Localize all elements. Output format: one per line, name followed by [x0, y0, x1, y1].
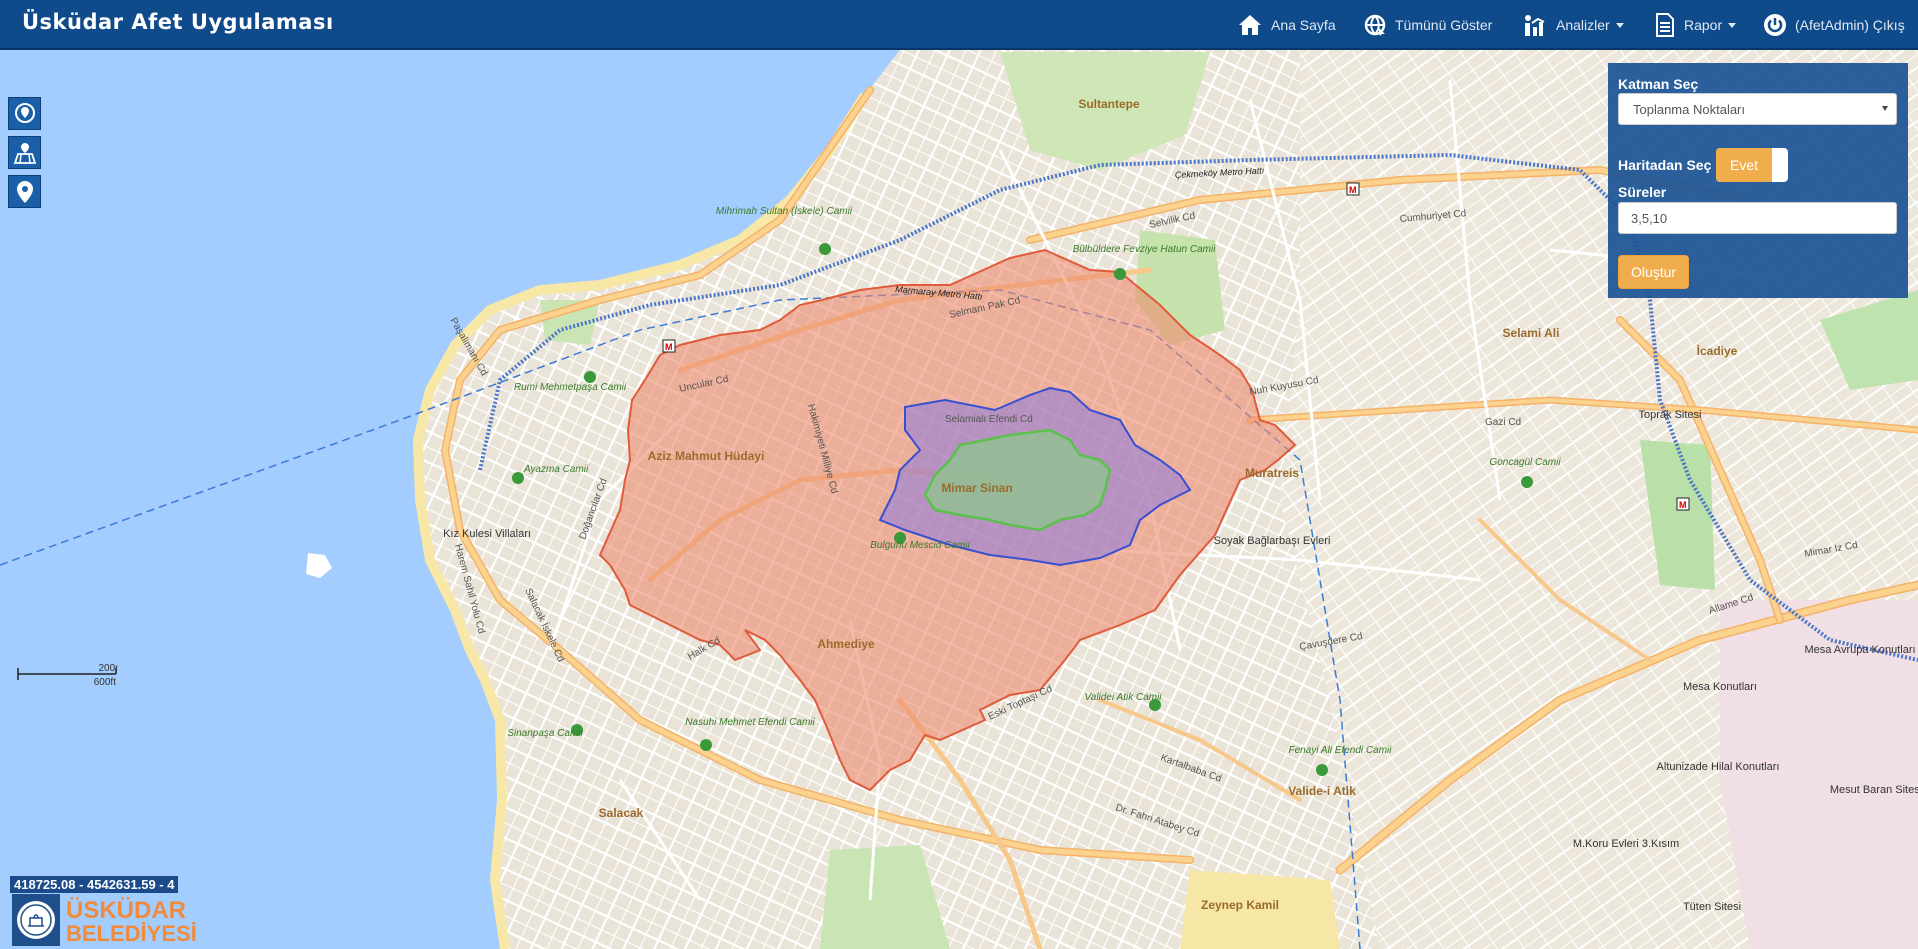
svg-text:M: M: [665, 342, 673, 352]
durations-label: Süreler: [1618, 184, 1667, 200]
label-selamiali-efendi-cd: Selamialı Efendi Cd: [945, 414, 1033, 425]
create-button[interactable]: Oluştur: [1618, 255, 1689, 289]
nav-home-label: Ana Sayfa: [1271, 17, 1336, 33]
map-marker-icon: [16, 180, 33, 203]
location-pin-tool-button[interactable]: [8, 97, 41, 130]
label-rumi-mehmetpasa-camii: Rumi Mehmetpaşa Camii: [514, 382, 627, 393]
svg-text:M: M: [1349, 185, 1357, 195]
label-salacak: Salacak: [599, 806, 644, 820]
app-title[interactable]: Üsküdar Afet Uygulaması: [22, 10, 334, 34]
layer-select-label: Katman Seç: [1618, 76, 1699, 92]
label-mihrimah-camii: Mihrimah Sultan (İskele) Camii: [716, 205, 853, 217]
label-nasuhi-mehmet-camii: Nasuhi Mehmet Efendi Camii: [685, 717, 815, 728]
map-route-icon: [13, 142, 36, 164]
label-toprak-sitesi: Toprak Sitesi: [1639, 409, 1702, 421]
logo-line1: ÜSKÜDAR: [66, 897, 186, 924]
chevron-down-icon: [1728, 22, 1737, 28]
label-sultantepe: Sultantepe: [1078, 97, 1140, 111]
label-gazi-cd: Gazi Cd: [1485, 417, 1521, 428]
power-icon: [1764, 14, 1786, 36]
label-kiz-kulesi-villalari: Kız Kulesi Villaları: [443, 528, 531, 540]
label-mimar-sinan: Mimar Sinan: [941, 481, 1012, 495]
label-zeynep-kamil: Zeynep Kamil: [1201, 898, 1279, 912]
label-mesa-avrupa: Mesa Avrupa Konutları: [1804, 644, 1915, 656]
map-select-toggle-on: Evet: [1716, 148, 1772, 182]
uskudar-logo: ÜSKÜDAR BELEDİYESİ: [12, 894, 197, 946]
layer-select[interactable]: Toplanma Noktaları: [1618, 93, 1897, 125]
nav-report-dropdown[interactable]: Rapor: [1654, 12, 1737, 38]
label-goncagul-camii: Goncagül Camii: [1489, 457, 1561, 468]
scale-metric-label: 200m: [98, 663, 118, 674]
nav-analyses-dropdown[interactable]: Analizler: [1522, 12, 1624, 38]
location-pin-icon: [14, 102, 35, 123]
analysis-icon: [1525, 15, 1545, 36]
label-muratreis: Muratreis: [1245, 466, 1299, 480]
layer-select-value: Toplanma Noktaları: [1633, 102, 1745, 117]
nav-report-label: Rapor: [1684, 17, 1723, 33]
label-mesa-konutlari: Mesa Konutları: [1683, 681, 1757, 693]
nav-home[interactable]: Ana Sayfa: [1237, 12, 1336, 38]
nav-show-all-label: Tümünü Göster: [1395, 17, 1493, 33]
nav-analyses-label: Analizler: [1556, 17, 1610, 33]
label-tuten-sitesi: Tüten Sitesi: [1683, 901, 1741, 913]
label-icadiye: İcadiye: [1697, 343, 1738, 358]
label-soyak: Soyak Bağlarbaşı Evleri: [1214, 535, 1331, 547]
label-bulbuldere-camii: Bülbüldere Fevziye Hatun Camii: [1073, 244, 1217, 255]
logo-line2: BELEDİYESİ: [66, 921, 197, 946]
label-altunizade-hilal: Altunizade Hilal Konutları: [1657, 761, 1780, 773]
marker-tool-button[interactable]: [8, 175, 41, 208]
nav-logout-label: (AfetAdmin) Çıkış: [1795, 17, 1905, 33]
label-ahmediye: Ahmediye: [817, 637, 875, 651]
top-navbar: Üsküdar Afet Uygulaması Ana Sayfa Tümünü…: [0, 0, 1918, 50]
label-bulgurlu-camii: Bulgurlu Mescid Camii: [870, 540, 970, 551]
label-ayazma-camii: Ayazma Camii: [523, 464, 589, 475]
label-sinanpasa-camii: Sinanpaşa Camii: [507, 728, 583, 739]
durations-input[interactable]: 3,5,10: [1618, 202, 1897, 234]
globe-icon: [1364, 14, 1386, 36]
map-select-label: Haritadan Seç: [1618, 157, 1712, 173]
app-root: Üsküdar Afet Uygulaması Ana Sayfa Tümünü…: [0, 0, 1918, 949]
route-map-tool-button[interactable]: [8, 136, 41, 169]
scale-bar: 200m 600ft: [17, 663, 118, 686]
label-aziz-mahmut-hudayi: Aziz Mahmut Hüdayi: [648, 449, 765, 463]
svg-text:M: M: [1679, 500, 1687, 510]
map-select-toggle[interactable]: Evet: [1716, 148, 1788, 182]
chevron-down-icon: [1882, 106, 1888, 111]
scale-imperial-label: 600ft: [94, 677, 116, 686]
document-icon: [1656, 13, 1674, 37]
nav-show-all[interactable]: Tümünü Göster: [1363, 12, 1492, 38]
label-validei-atik-camii: Validei Atik Camii: [1084, 692, 1162, 703]
home-icon: [1239, 15, 1261, 35]
nav-logout[interactable]: (AfetAdmin) Çıkış: [1763, 12, 1905, 38]
label-selami-ali: Selami Ali: [1503, 326, 1560, 340]
label-fenayi-ali-camii: Fenayi Ali Efendi Camii: [1288, 745, 1392, 756]
label-mesut-baran: Mesut Baran Sitesi: [1830, 784, 1918, 796]
label-m-koru: M.Koru Evleri 3.Kısım: [1573, 838, 1679, 850]
label-valide-i-atik: Valide-i Atik: [1288, 784, 1356, 798]
isochrone-panel: Katman Seç Toplanma Noktaları Haritadan …: [1608, 63, 1908, 298]
coordinates-readout: 418725.08 - 4542631.59 - 4: [10, 876, 179, 893]
chevron-down-icon: [1615, 22, 1624, 28]
